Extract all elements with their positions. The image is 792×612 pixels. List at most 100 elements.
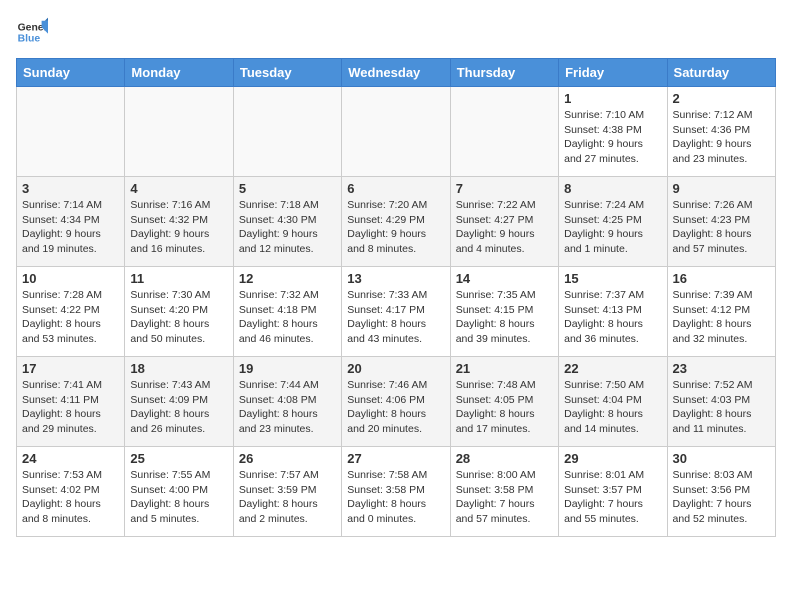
calendar-cell: 26 Sunrise: 7:57 AM Sunset: 3:59 PM Dayli… (233, 447, 341, 537)
day-number: 8 (564, 181, 661, 196)
cell-info: Sunrise: 7:33 AM Sunset: 4:17 PM Dayligh… (347, 288, 444, 347)
calendar-table: SundayMondayTuesdayWednesdayThursdayFrid… (16, 58, 776, 537)
cell-info: Sunrise: 7:35 AM Sunset: 4:15 PM Dayligh… (456, 288, 553, 347)
calendar-header-tuesday: Tuesday (233, 59, 341, 87)
calendar-cell: 5Sunrise: 7:18 AM Sunset: 4:30 PM Daylig… (233, 177, 341, 267)
calendar-cell: 29 Sunrise: 8:01 AM Sunset: 3:57 PM Dayli… (559, 447, 667, 537)
day-number: 16 (673, 271, 770, 286)
cell-info: Sunrise: 7:55 AM Sunset: 4:00 PM Dayligh… (130, 468, 227, 527)
calendar-cell (342, 87, 450, 177)
calendar-cell: 6 Sunrise: 7:20 AM Sunset: 4:29 PM Daylig… (342, 177, 450, 267)
day-number: 17 (22, 361, 119, 376)
calendar-header-sunday: Sunday (17, 59, 125, 87)
day-number: 12 (239, 271, 336, 286)
cell-info: Sunrise: 7:28 AM Sunset: 4:22 PM Dayligh… (22, 288, 119, 347)
day-number: 11 (130, 271, 227, 286)
calendar-cell: 9Sunrise: 7:26 AM Sunset: 4:23 PM Daylig… (667, 177, 775, 267)
calendar-cell: 10Sunrise: 7:28 AM Sunset: 4:22 PM Dayli… (17, 267, 125, 357)
day-number: 22 (564, 361, 661, 376)
day-number: 6 (347, 181, 444, 196)
day-number: 7 (456, 181, 553, 196)
calendar-header-wednesday: Wednesday (342, 59, 450, 87)
calendar-header-friday: Friday (559, 59, 667, 87)
calendar-cell: 4 Sunrise: 7:16 AM Sunset: 4:32 PM Daylig… (125, 177, 233, 267)
cell-info: Sunrise: 7:22 AM Sunset: 4:27 PM Dayligh… (456, 198, 553, 257)
calendar-cell: 12 Sunrise: 7:32 AM Sunset: 4:18 PM Dayli… (233, 267, 341, 357)
day-number: 27 (347, 451, 444, 466)
calendar-cell: 23 Sunrise: 7:52 AM Sunset: 4:03 PM Dayli… (667, 357, 775, 447)
calendar-cell (125, 87, 233, 177)
cell-info: Sunrise: 7:14 AM Sunset: 4:34 PM Dayligh… (22, 198, 119, 257)
cell-info: Sunrise: 7:20 AM Sunset: 4:29 PM Dayligh… (347, 198, 444, 257)
calendar-cell: 11 Sunrise: 7:30 AM Sunset: 4:20 PM Dayli… (125, 267, 233, 357)
cell-info: Sunrise: 7:44 AM Sunset: 4:08 PM Dayligh… (239, 378, 336, 437)
calendar-cell: 20 Sunrise: 7:46 AM Sunset: 4:06 PM Dayli… (342, 357, 450, 447)
cell-info: Sunrise: 7:30 AM Sunset: 4:20 PM Dayligh… (130, 288, 227, 347)
cell-info: Sunrise: 8:01 AM Sunset: 3:57 PM Dayligh… (564, 468, 661, 527)
calendar-cell (17, 87, 125, 177)
cell-info: Sunrise: 7:41 AM Sunset: 4:11 PM Dayligh… (22, 378, 119, 437)
cell-info: Sunrise: 7:58 AM Sunset: 3:58 PM Dayligh… (347, 468, 444, 527)
cell-info: Sunrise: 7:24 AM Sunset: 4:25 PM Dayligh… (564, 198, 661, 257)
cell-info: Sunrise: 7:46 AM Sunset: 4:06 PM Dayligh… (347, 378, 444, 437)
calendar-header-row: SundayMondayTuesdayWednesdayThursdayFrid… (17, 59, 776, 87)
cell-info: Sunrise: 7:52 AM Sunset: 4:03 PM Dayligh… (673, 378, 770, 437)
calendar-cell: 17 Sunrise: 7:41 AM Sunset: 4:11 PM Dayli… (17, 357, 125, 447)
cell-info: Sunrise: 7:57 AM Sunset: 3:59 PM Dayligh… (239, 468, 336, 527)
calendar-cell: 28Sunrise: 8:00 AM Sunset: 3:58 PM Dayli… (450, 447, 558, 537)
calendar-cell: 24Sunrise: 7:53 AM Sunset: 4:02 PM Dayli… (17, 447, 125, 537)
calendar-cell: 8 Sunrise: 7:24 AM Sunset: 4:25 PM Daylig… (559, 177, 667, 267)
day-number: 3 (22, 181, 119, 196)
calendar-cell: 3 Sunrise: 7:14 AM Sunset: 4:34 PM Daylig… (17, 177, 125, 267)
calendar-cell: 16Sunrise: 7:39 AM Sunset: 4:12 PM Dayli… (667, 267, 775, 357)
day-number: 14 (456, 271, 553, 286)
cell-info: Sunrise: 7:48 AM Sunset: 4:05 PM Dayligh… (456, 378, 553, 437)
day-number: 26 (239, 451, 336, 466)
day-number: 15 (564, 271, 661, 286)
logo-icon: General Blue (16, 16, 48, 48)
day-number: 18 (130, 361, 227, 376)
cell-info: Sunrise: 7:12 AM Sunset: 4:36 PM Dayligh… (673, 108, 770, 167)
calendar-header-saturday: Saturday (667, 59, 775, 87)
day-number: 21 (456, 361, 553, 376)
day-number: 29 (564, 451, 661, 466)
calendar-week-3: 10Sunrise: 7:28 AM Sunset: 4:22 PM Dayli… (17, 267, 776, 357)
calendar-week-2: 3 Sunrise: 7:14 AM Sunset: 4:34 PM Daylig… (17, 177, 776, 267)
day-number: 19 (239, 361, 336, 376)
day-number: 1 (564, 91, 661, 106)
day-number: 24 (22, 451, 119, 466)
day-number: 25 (130, 451, 227, 466)
cell-info: Sunrise: 7:37 AM Sunset: 4:13 PM Dayligh… (564, 288, 661, 347)
day-number: 5 (239, 181, 336, 196)
day-number: 2 (673, 91, 770, 106)
calendar-cell: 14 Sunrise: 7:35 AM Sunset: 4:15 PM Dayli… (450, 267, 558, 357)
svg-text:Blue: Blue (18, 34, 41, 45)
day-number: 4 (130, 181, 227, 196)
cell-info: Sunrise: 7:16 AM Sunset: 4:32 PM Dayligh… (130, 198, 227, 257)
cell-info: Sunrise: 7:26 AM Sunset: 4:23 PM Dayligh… (673, 198, 770, 257)
calendar-week-1: 1 Sunrise: 7:10 AM Sunset: 4:38 PM Daylig… (17, 87, 776, 177)
day-number: 20 (347, 361, 444, 376)
calendar-cell (450, 87, 558, 177)
calendar-week-5: 24Sunrise: 7:53 AM Sunset: 4:02 PM Dayli… (17, 447, 776, 537)
cell-info: Sunrise: 7:43 AM Sunset: 4:09 PM Dayligh… (130, 378, 227, 437)
calendar-cell: 18 Sunrise: 7:43 AM Sunset: 4:09 PM Dayli… (125, 357, 233, 447)
cell-info: Sunrise: 7:10 AM Sunset: 4:38 PM Dayligh… (564, 108, 661, 167)
cell-info: Sunrise: 8:03 AM Sunset: 3:56 PM Dayligh… (673, 468, 770, 527)
calendar-cell: 19 Sunrise: 7:44 AM Sunset: 4:08 PM Dayli… (233, 357, 341, 447)
calendar-header-thursday: Thursday (450, 59, 558, 87)
cell-info: Sunrise: 7:32 AM Sunset: 4:18 PM Dayligh… (239, 288, 336, 347)
calendar-cell: 1 Sunrise: 7:10 AM Sunset: 4:38 PM Daylig… (559, 87, 667, 177)
logo: General Blue (16, 16, 48, 48)
day-number: 23 (673, 361, 770, 376)
calendar-cell: 27 Sunrise: 7:58 AM Sunset: 3:58 PM Dayli… (342, 447, 450, 537)
calendar-cell: 25 Sunrise: 7:55 AM Sunset: 4:00 PM Dayli… (125, 447, 233, 537)
calendar-week-4: 17 Sunrise: 7:41 AM Sunset: 4:11 PM Dayli… (17, 357, 776, 447)
calendar-cell: 15 Sunrise: 7:37 AM Sunset: 4:13 PM Dayli… (559, 267, 667, 357)
calendar-cell: 7 Sunrise: 7:22 AM Sunset: 4:27 PM Daylig… (450, 177, 558, 267)
calendar-cell: 2 Sunrise: 7:12 AM Sunset: 4:36 PM Daylig… (667, 87, 775, 177)
header: General Blue (16, 16, 776, 48)
cell-info: Sunrise: 7:50 AM Sunset: 4:04 PM Dayligh… (564, 378, 661, 437)
day-number: 30 (673, 451, 770, 466)
calendar-cell: 22 Sunrise: 7:50 AM Sunset: 4:04 PM Dayli… (559, 357, 667, 447)
